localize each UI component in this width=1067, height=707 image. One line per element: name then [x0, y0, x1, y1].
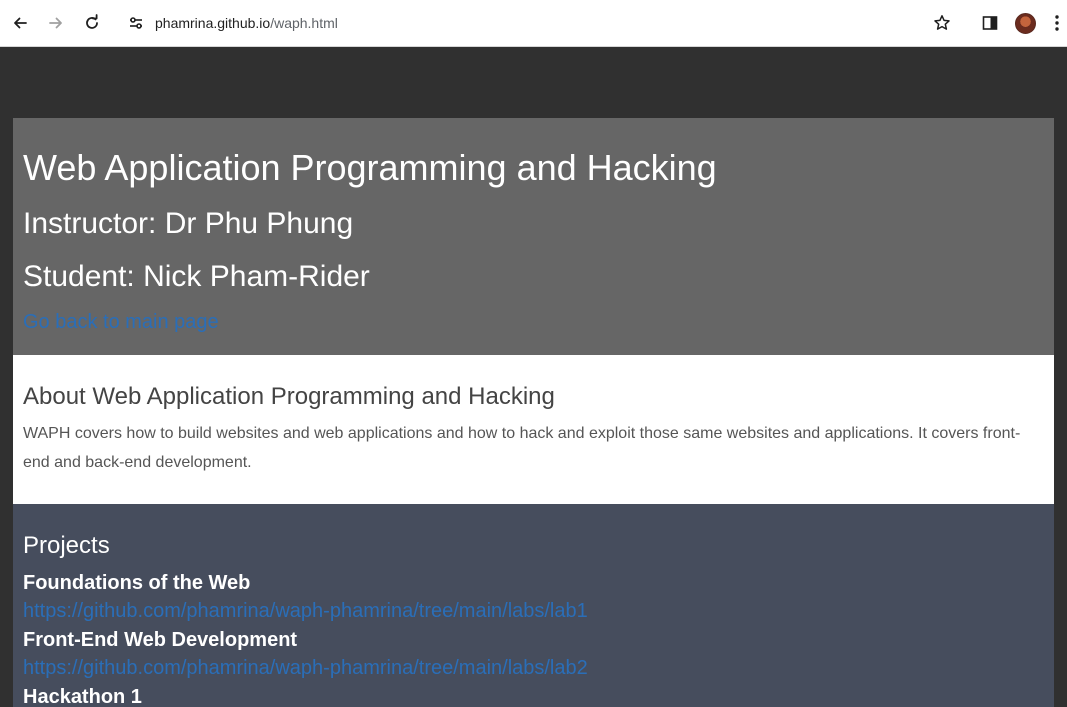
- forward-arrow-icon: [49, 17, 62, 29]
- site-info-icon[interactable]: [126, 13, 146, 33]
- back-button[interactable]: [5, 8, 35, 38]
- list-item: Foundations of the Web https://github.co…: [23, 569, 588, 626]
- page-content: Web Application Programming and Hacking …: [0, 48, 1067, 707]
- forward-button[interactable]: [41, 8, 71, 38]
- student-name: Student: Nick Pham-Rider: [23, 260, 370, 293]
- kebab-menu-icon: [1055, 15, 1059, 31]
- project-link[interactable]: https://github.com/phamrina/waph-phamrin…: [23, 597, 588, 626]
- instructor-name: Instructor: Dr Phu Phung: [23, 207, 354, 240]
- url-text[interactable]: phamrina.github.io/waph.html: [155, 14, 338, 32]
- list-item: Hackathon 1: [23, 683, 588, 707]
- about-text: WAPH covers how to build websites and we…: [23, 425, 1021, 471]
- star-icon[interactable]: [930, 11, 954, 35]
- about-section: About Web Application Programming and Ha…: [13, 355, 1054, 504]
- browser-toolbar: phamrina.github.io/waph.html: [0, 0, 1067, 47]
- project-title: Hackathon 1: [23, 686, 142, 707]
- address-bar[interactable]: phamrina.github.io/waph.html: [118, 5, 964, 41]
- reload-button[interactable]: [77, 8, 107, 38]
- about-heading: About Web Application Programming and Ha…: [23, 383, 555, 410]
- url-host: phamrina.github.io: [155, 15, 271, 31]
- project-link[interactable]: https://github.com/phamrina/waph-phamrin…: [23, 654, 588, 683]
- url-path: /waph.html: [270, 15, 338, 31]
- page-header: Web Application Programming and Hacking …: [13, 118, 1054, 355]
- back-arrow-icon: [14, 17, 27, 29]
- reload-icon: [86, 14, 98, 29]
- back-to-main-link[interactable]: Go back to main page: [23, 310, 219, 334]
- projects-heading: Projects: [23, 532, 110, 559]
- project-list: Foundations of the Web https://github.co…: [23, 569, 588, 707]
- side-panel-icon: [982, 16, 998, 30]
- project-title: Foundations of the Web: [23, 572, 251, 594]
- projects-section: Projects Foundations of the Web https://…: [13, 504, 1054, 707]
- project-title: Front-End Web Development: [23, 629, 298, 651]
- list-item: Front-End Web Development https://github…: [23, 626, 588, 683]
- browser-menu-button[interactable]: [1047, 8, 1067, 38]
- page-title: Web Application Programming and Hacking: [23, 147, 717, 188]
- profile-avatar[interactable]: [1015, 13, 1036, 34]
- side-panel-button[interactable]: [975, 8, 1005, 38]
